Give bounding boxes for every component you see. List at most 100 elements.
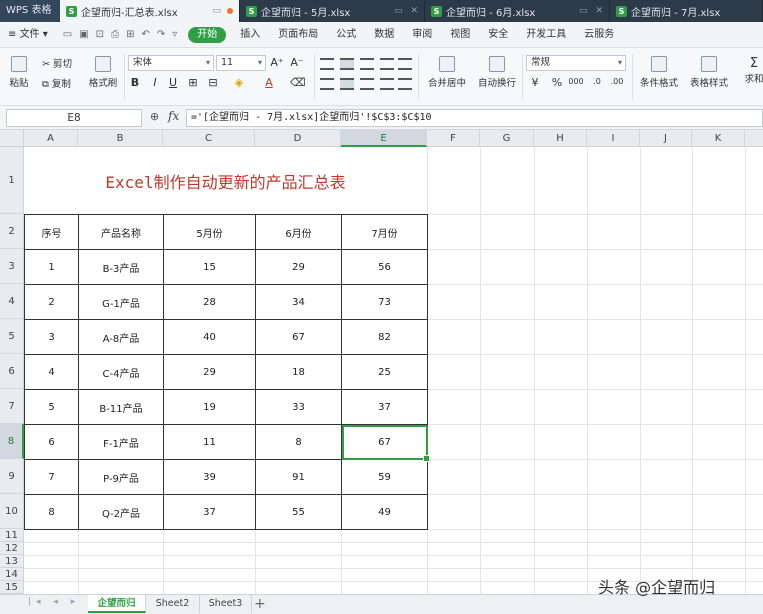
open-icon[interactable]: ▭ [63, 29, 72, 40]
menu-cloud[interactable]: 云服务 [575, 22, 623, 48]
table-cell[interactable]: 19 [163, 389, 256, 425]
row-header-10[interactable]: 10 [0, 494, 24, 529]
table-cell[interactable]: A-8产品 [78, 319, 164, 355]
table-cell[interactable]: 39 [163, 459, 256, 495]
column-header-j[interactable]: J [640, 130, 692, 147]
justify-icon[interactable] [380, 78, 394, 90]
sheet-tab-sheet3[interactable]: Sheet3 [200, 595, 252, 613]
column-header-e[interactable]: E [341, 130, 427, 147]
menu-insert[interactable]: 插入 [231, 22, 269, 48]
row-header-4[interactable]: 4 [0, 284, 24, 319]
more-icon[interactable]: ▿ [172, 29, 177, 40]
column-header-b[interactable]: B [78, 130, 163, 147]
align-center-icon[interactable] [340, 78, 354, 90]
table-cell[interactable]: 33 [255, 389, 342, 425]
table-cell[interactable]: 37 [341, 389, 428, 425]
table-cell[interactable]: 29 [255, 249, 342, 285]
table-cell[interactable]: 67 [255, 319, 342, 355]
font-name-select[interactable]: 宋体 ▾ [128, 55, 214, 71]
window-icon[interactable]: ▭ [579, 6, 588, 16]
row-header-5[interactable]: 5 [0, 319, 24, 354]
name-box[interactable]: E8 [6, 109, 142, 127]
table-cell[interactable]: 5 [24, 389, 79, 425]
decrease-decimal-icon[interactable]: .00 [610, 77, 624, 86]
window-icon[interactable]: ▭ [212, 6, 221, 16]
app-tab[interactable]: WPS 表格 [0, 0, 60, 22]
table-cell[interactable]: 7 [24, 459, 79, 495]
table-cell[interactable]: 6 [24, 424, 79, 460]
wrap-text-button[interactable]: 自动换行 [474, 56, 520, 89]
font-size-select[interactable]: 11 ▾ [216, 55, 266, 71]
table-cell[interactable]: G-1产品 [78, 284, 164, 320]
format-painter-button[interactable]: 格式刷 [88, 56, 118, 89]
fx-icon[interactable]: fx [168, 109, 179, 123]
doc-tab-may[interactable]: S 企望而归 - 5月.xlsx ▭ ✕ [240, 0, 425, 22]
table-cell[interactable]: 1 [24, 249, 79, 285]
indent-decrease-icon[interactable] [380, 58, 394, 70]
header-cell[interactable]: 5月份 [163, 214, 256, 250]
clear-format-icon[interactable]: ⌫ [290, 76, 306, 89]
align-left-icon[interactable] [320, 78, 334, 90]
menu-review[interactable]: 审阅 [403, 22, 441, 48]
table-cell[interactable]: 3 [24, 319, 79, 355]
row-header-14[interactable]: 14 [0, 568, 24, 581]
column-header-i[interactable]: I [587, 130, 640, 147]
column-header-h[interactable]: H [534, 130, 587, 147]
conditional-format-button[interactable]: 条件格式 [636, 56, 682, 89]
table-cell[interactable]: 91 [255, 459, 342, 495]
increase-font-icon[interactable]: A⁺ [270, 56, 284, 69]
redo-icon[interactable]: ↷ [157, 29, 165, 40]
row-header-6[interactable]: 6 [0, 354, 24, 389]
underline-button[interactable]: U [166, 76, 180, 89]
column-header-a[interactable]: A [24, 130, 78, 147]
preview-icon[interactable]: ⊞ [126, 29, 134, 40]
sum-button[interactable]: Σ 求和 [742, 56, 763, 85]
row-header-15[interactable]: 15 [0, 581, 24, 594]
sheet-tab-sheet2[interactable]: Sheet2 [146, 595, 200, 613]
fill-color-icon[interactable]: ◈ [232, 76, 246, 89]
align-top-icon[interactable] [320, 58, 334, 70]
increase-decimal-icon[interactable]: .0 [590, 77, 604, 86]
menu-formula[interactable]: 公式 [327, 22, 365, 48]
select-all-corner[interactable] [0, 130, 24, 147]
align-middle-icon[interactable] [340, 58, 354, 70]
table-style-button[interactable]: 表格样式 [686, 56, 732, 89]
italic-button[interactable]: I [148, 76, 162, 89]
table-cell[interactable]: 15 [163, 249, 256, 285]
table-cell[interactable]: 49 [341, 494, 428, 530]
zoom-icon[interactable]: ⊕ [150, 110, 159, 123]
window-icon[interactable]: ▭ [394, 6, 403, 16]
sheet-title-cell[interactable]: Excel制作自动更新的产品汇总表 [24, 148, 427, 214]
sheet-tab-main[interactable]: 企望而归 [88, 595, 146, 613]
row-header-11[interactable]: 11 [0, 529, 24, 542]
export-icon[interactable]: ⊡ [96, 29, 104, 40]
column-header-k[interactable]: K [692, 130, 745, 147]
bold-button[interactable]: B [128, 76, 142, 89]
merge-cells-icon[interactable]: ⊟ [206, 76, 220, 89]
table-cell[interactable]: Q-2产品 [78, 494, 164, 530]
table-cell[interactable]: 56 [341, 249, 428, 285]
table-cell[interactable]: 18 [255, 354, 342, 390]
row-header-3[interactable]: 3 [0, 249, 24, 284]
menu-view[interactable]: 视图 [441, 22, 479, 48]
cut-button[interactable]: ✂ 剪切 [42, 56, 72, 70]
print-icon[interactable]: ⎙ [111, 29, 119, 40]
indent-increase-icon[interactable] [398, 58, 412, 70]
row-header-9[interactable]: 9 [0, 459, 24, 494]
decrease-font-icon[interactable]: A⁻ [290, 56, 304, 69]
close-icon[interactable]: ✕ [595, 6, 603, 16]
table-cell[interactable]: 8 [24, 494, 79, 530]
distribute-icon[interactable] [398, 78, 412, 90]
header-cell[interactable]: 7月份 [341, 214, 428, 250]
table-cell[interactable]: 29 [163, 354, 256, 390]
save-icon[interactable]: ▣ [79, 29, 88, 40]
percent-button[interactable]: % [550, 76, 564, 89]
menu-page-layout[interactable]: 页面布局 [269, 22, 327, 48]
table-cell[interactable]: 4 [24, 354, 79, 390]
table-cell[interactable]: 40 [163, 319, 256, 355]
row-header-13[interactable]: 13 [0, 555, 24, 568]
table-cell[interactable]: 73 [341, 284, 428, 320]
table-cell[interactable]: F-1产品 [78, 424, 164, 460]
menu-start[interactable]: 开始 [188, 26, 227, 43]
row-header-12[interactable]: 12 [0, 542, 24, 555]
